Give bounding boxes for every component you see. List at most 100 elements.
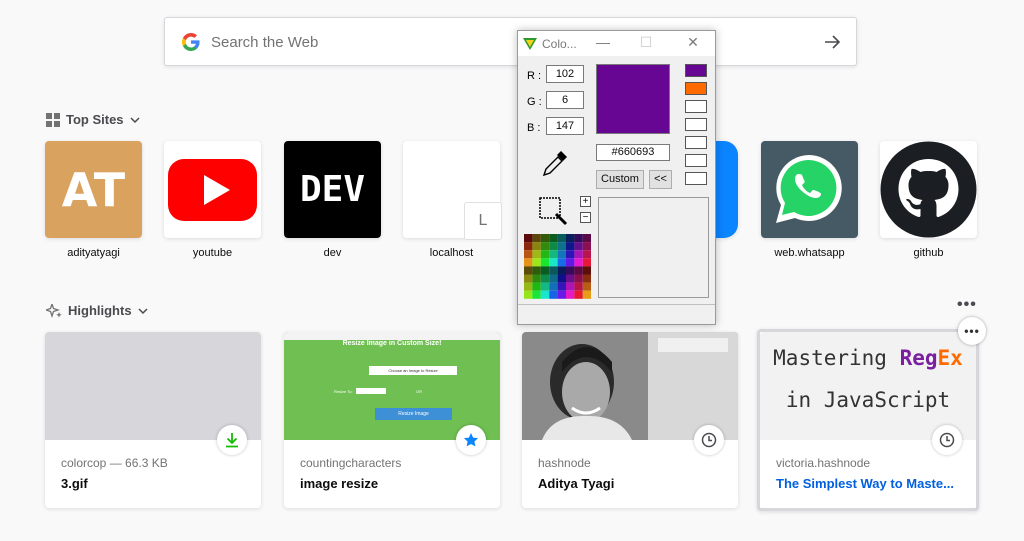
hex-field[interactable]: #660693 [596, 144, 670, 161]
thumb-text-javascript: in JavaScript [785, 388, 951, 412]
custom-button[interactable]: Custom [596, 170, 644, 189]
site-tile[interactable]: L [403, 141, 502, 240]
card-thumbnail: Resize Image in Custom Size! Choose an I… [284, 332, 500, 440]
site-label: adityatyagi [67, 247, 120, 259]
top-site-dev[interactable]: DEV dev [284, 141, 381, 259]
top-site-youtube[interactable]: youtube [164, 141, 261, 259]
highlight-card[interactable]: colorcop — 66.3 KB 3.gif [45, 332, 261, 508]
palette-cell [566, 258, 575, 267]
history-swatch[interactable] [685, 64, 707, 77]
person-photo [542, 344, 632, 440]
grid-icon [46, 112, 60, 127]
palette-cell [540, 266, 550, 275]
color-palette[interactable] [524, 234, 591, 299]
magnifier-icon[interactable] [536, 194, 570, 226]
palette-cell [574, 250, 583, 259]
site-tile[interactable] [880, 141, 977, 238]
clock-icon [694, 425, 724, 455]
chevron-down-icon[interactable] [130, 115, 140, 125]
thumb-text-reg: Reg [899, 346, 938, 370]
palette-cell [566, 250, 575, 259]
r-field[interactable]: 102 [546, 65, 584, 83]
minimize-icon[interactable]: — [594, 34, 612, 50]
colorcop-title: Colo... [542, 37, 577, 51]
palette-cell [574, 258, 583, 267]
highlight-card[interactable]: Mastering RegEx in JavaScript victoria.h… [757, 317, 986, 511]
thumb-choose-button: Choose an Image to Resize [369, 366, 457, 375]
github-logo-icon [880, 141, 977, 238]
current-color-swatch [596, 64, 670, 134]
highlights-more-icon[interactable]: ••• [957, 296, 977, 314]
history-swatch[interactable] [685, 82, 707, 95]
arrow-right-icon[interactable] [822, 32, 842, 52]
g-field[interactable]: 6 [546, 91, 584, 109]
palette-cell [524, 258, 533, 267]
highlights-header[interactable]: Highlights [46, 303, 148, 318]
bookmark-star-icon [456, 425, 486, 455]
top-sites-title: Top Sites [66, 112, 124, 127]
highlight-card[interactable]: Resize Image in Custom Size! Choose an I… [284, 332, 500, 508]
palette-cell [557, 234, 566, 243]
palette-cell [557, 250, 566, 259]
palette-cell [524, 274, 533, 283]
card-context-menu-icon[interactable]: ••• [958, 317, 986, 345]
history-swatch[interactable] [685, 100, 707, 113]
palette-cell [540, 258, 550, 267]
thumb-or-label: OR [416, 389, 422, 394]
site-tile[interactable]: DEV [284, 141, 381, 238]
magnifier-preview [598, 197, 709, 298]
thumb-heading: Resize Image in Custom Size! [342, 340, 442, 347]
palette-cell [532, 290, 541, 299]
top-site-whatsapp[interactable]: web.whatsapp [761, 141, 858, 259]
palette-cell [574, 290, 583, 299]
palette-cell [582, 242, 591, 251]
palette-cell [582, 258, 591, 267]
palette-cell [532, 282, 541, 291]
site-tile[interactable] [761, 141, 858, 238]
top-site-github[interactable]: github [880, 141, 977, 259]
palette-cell [540, 274, 550, 283]
zoom-in-icon[interactable]: + [580, 196, 591, 207]
palette-cell [549, 234, 558, 243]
palette-cell [549, 250, 558, 259]
palette-cell [549, 266, 558, 275]
card-title: Aditya Tyagi [538, 476, 615, 491]
colorcop-window[interactable]: Colo... — ☐ ✕ R : 102 G : 6 B : 147 #660… [517, 30, 716, 325]
palette-cell [549, 282, 558, 291]
expand-back-button[interactable]: << [649, 170, 672, 189]
palette-cell [566, 282, 575, 291]
zoom-out-icon[interactable]: − [580, 212, 591, 223]
top-sites-header[interactable]: Top Sites [46, 112, 140, 127]
top-site-adityatyagi[interactable]: AT adityatyagi [45, 141, 142, 259]
maximize-icon[interactable]: ☐ [637, 34, 655, 51]
download-icon [217, 425, 247, 455]
chevron-down-icon[interactable] [138, 306, 148, 316]
card-source: countingcharacters [300, 456, 402, 470]
site-tile[interactable] [164, 141, 261, 238]
colorcop-titlebar[interactable]: Colo... — ☐ ✕ [518, 31, 715, 56]
top-site-localhost[interactable]: L localhost [403, 141, 502, 259]
highlight-card[interactable]: hashnode Aditya Tyagi [522, 332, 738, 508]
site-label: web.whatsapp [774, 247, 845, 259]
eyedropper-icon[interactable] [540, 149, 570, 179]
history-swatch[interactable] [685, 136, 707, 149]
close-icon[interactable]: ✕ [684, 34, 702, 51]
palette-cell [566, 234, 575, 243]
palette-cell [582, 234, 591, 243]
palette-cell [557, 290, 566, 299]
site-tile[interactable]: AT [45, 141, 142, 238]
history-swatch[interactable] [685, 154, 707, 167]
card-source: victoria.hashnode [776, 456, 871, 470]
palette-cell [582, 282, 591, 291]
palette-cell [524, 234, 533, 243]
palette-cell [557, 258, 566, 267]
thumb-resize-button: Resize Image [375, 408, 452, 420]
history-swatch[interactable] [685, 118, 707, 131]
b-field[interactable]: 147 [546, 117, 584, 135]
search-input[interactable] [211, 30, 811, 54]
palette-cell [540, 250, 550, 259]
palette-cell [574, 234, 583, 243]
history-swatch[interactable] [685, 172, 707, 185]
r-label: R : [527, 70, 542, 82]
search-bar[interactable] [164, 17, 857, 66]
